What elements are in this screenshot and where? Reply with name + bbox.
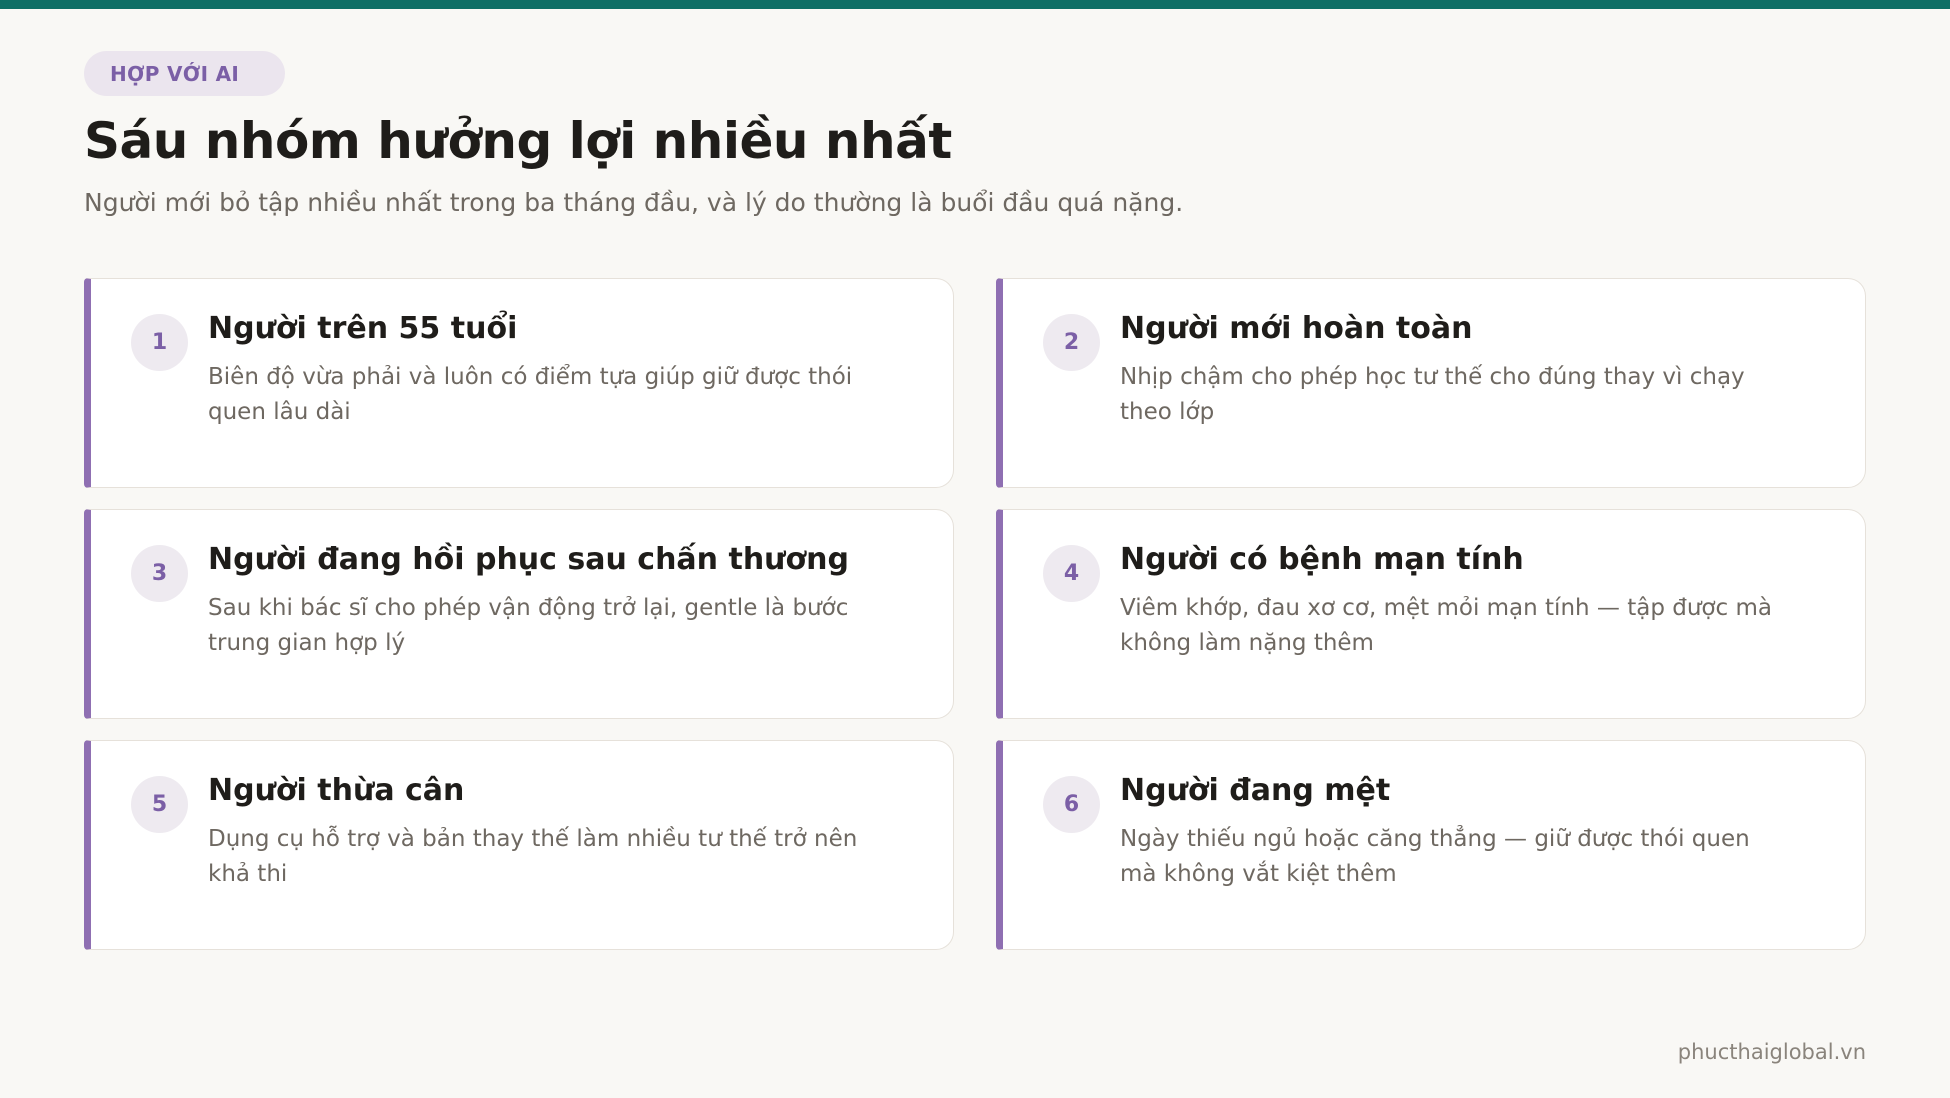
card-number: 6 (1043, 776, 1100, 833)
card-number: 4 (1043, 545, 1100, 602)
card-title: Người trên 55 tuổi (208, 311, 518, 346)
benefit-groups-grid: 1 Người trên 55 tuổi Biên độ vừa phải và… (84, 278, 1866, 952)
card-description: Dụng cụ hỗ trợ và bản thay thế làm nhiều… (208, 826, 858, 887)
card-title: Người thừa cân (208, 773, 465, 808)
card-description: Sau khi bác sĩ cho phép vận động trở lại… (208, 595, 849, 656)
group-card: 1 Người trên 55 tuổi Biên độ vừa phải và… (84, 278, 954, 488)
group-card: 3 Người đang hồi phục sau chấn thương Sa… (84, 509, 954, 719)
group-card: 6 Người đang mệt Ngày thiếu ngủ hoặc căn… (996, 740, 1866, 950)
card-title: Người đang hồi phục sau chấn thương (208, 542, 849, 577)
card-number: 5 (131, 776, 188, 833)
category-badge: HỢP VỚI AI (84, 51, 285, 96)
top-accent-bar (0, 0, 1950, 9)
card-description: Nhịp chậm cho phép học tư thế cho đúng t… (1120, 364, 1745, 425)
card-number: 1 (131, 314, 188, 371)
card-number: 2 (1043, 314, 1100, 371)
site-url: phucthaiglobal.vn (1677, 1040, 1866, 1064)
card-description: Ngày thiếu ngủ hoặc căng thẳng — giữ đượ… (1120, 826, 1750, 887)
page-subtitle: Người mới bỏ tập nhiều nhất trong ba thá… (84, 188, 1184, 217)
group-card: 5 Người thừa cân Dụng cụ hỗ trợ và bản t… (84, 740, 954, 950)
card-number: 3 (131, 545, 188, 602)
card-title: Người có bệnh mạn tính (1120, 542, 1524, 577)
page-title: Sáu nhóm hưởng lợi nhiều nhất (84, 112, 952, 170)
group-card: 4 Người có bệnh mạn tính Viêm khớp, đau … (996, 509, 1866, 719)
card-description: Biên độ vừa phải và luôn có điểm tựa giú… (208, 364, 853, 425)
card-description: Viêm khớp, đau xơ cơ, mệt mỏi mạn tính —… (1120, 595, 1772, 656)
card-title: Người đang mệt (1120, 773, 1391, 808)
card-title: Người mới hoàn toàn (1120, 311, 1473, 346)
group-card: 2 Người mới hoàn toàn Nhịp chậm cho phép… (996, 278, 1866, 488)
